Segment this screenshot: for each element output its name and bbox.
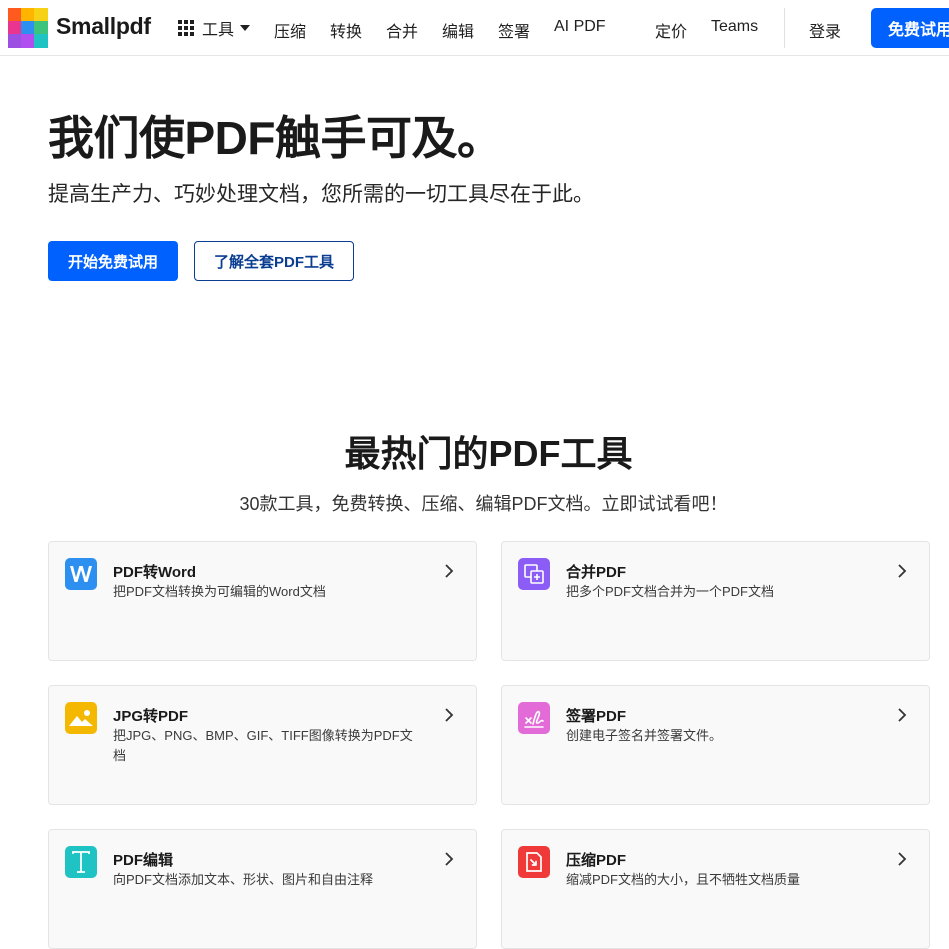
caret-down-icon (240, 25, 251, 31)
tool-card-description: 缩减PDF文档的大小，且不牺牲文档质量 (566, 872, 801, 887)
image-icon (65, 702, 97, 734)
login-link[interactable]: 登录 (809, 18, 841, 42)
tool-card-description: 把JPG、PNG、BMP、GIF、TIFF图像转换为PDF文档 (113, 728, 413, 763)
tool-card-description: 创建电子签名并签署文件。 (566, 728, 723, 743)
tool-card-description: 把多个PDF文档合并为一个PDF文档 (566, 584, 775, 599)
compress-icon (518, 846, 550, 878)
chevron-right-icon (445, 564, 454, 578)
tool-card-description: 把PDF文档转换为可编辑的Word文档 (113, 584, 326, 599)
tool-card-title: PDF编辑 (113, 852, 174, 869)
tool-card-title: 签署PDF (566, 708, 627, 725)
chevron-right-icon (445, 708, 454, 722)
start-free-trial-label: 开始免费试用 (67, 253, 158, 271)
free-trial-label: 免费试用 (888, 22, 949, 39)
top-navigation-bar: Smallpdf 工具 压缩 转换 合并 编辑 签署 AI PDF 定价 Tea… (0, 0, 949, 56)
nav-ai-pdf[interactable]: AI PDF (554, 18, 606, 36)
chevron-right-icon (445, 852, 454, 866)
nav-convert[interactable]: 转换 (330, 18, 362, 42)
chevron-right-icon (898, 852, 907, 866)
tool-card-pdf-edit[interactable]: PDF编辑 向PDF文档添加文本、形状、图片和自由注释 (48, 829, 477, 949)
header-divider (784, 8, 785, 48)
nav-sign[interactable]: 签署 (498, 18, 530, 42)
explore-all-tools-label: 了解全套PDF工具 (213, 253, 334, 271)
chevron-right-icon (898, 708, 907, 722)
tools-menu-label: 工具 (202, 22, 235, 39)
brand-name[interactable]: Smallpdf (56, 13, 151, 40)
hero-title: 我们使PDF触手可及。 (48, 112, 503, 164)
nav-merge[interactable]: 合并 (386, 18, 418, 42)
chevron-right-icon (898, 564, 907, 578)
start-free-trial-button[interactable]: 开始免费试用 (48, 241, 178, 281)
popular-tools-title: 最热门的PDF工具 (344, 433, 633, 474)
tool-card-merge-pdf[interactable]: 合并PDF 把多个PDF文档合并为一个PDF文档 (501, 541, 930, 661)
tool-card-title: JPG转PDF (113, 708, 189, 725)
explore-all-tools-button[interactable]: 了解全套PDF工具 (194, 241, 354, 281)
merge-icon (518, 558, 550, 590)
smallpdf-logo-icon[interactable] (8, 8, 48, 48)
word-icon (65, 558, 97, 590)
hero-subtitle: 提高生产力、巧妙处理文档，您所需的一切工具尽在于此。 (48, 183, 594, 206)
text-edit-icon (65, 846, 97, 878)
popular-tools-subtitle: 30款工具，免费转换、压缩、编辑PDF文档。立即试试看吧！ (239, 494, 728, 514)
tool-card-sign-pdf[interactable]: 签署PDF 创建电子签名并签署文件。 (501, 685, 930, 805)
tool-card-title: PDF转Word (113, 564, 197, 581)
tool-card-pdf-to-word[interactable]: PDF转Word 把PDF文档转换为可编辑的Word文档 (48, 541, 477, 661)
nav-teams[interactable]: Teams (711, 18, 758, 36)
nav-pricing[interactable]: 定价 (655, 18, 687, 42)
tools-menu-button[interactable]: 工具 (178, 17, 251, 39)
tool-card-title: 合并PDF (566, 564, 627, 581)
tool-card-description: 向PDF文档添加文本、形状、图片和自由注释 (113, 872, 374, 887)
nav-edit[interactable]: 编辑 (442, 18, 474, 42)
tool-card-title: 压缩PDF (566, 852, 627, 869)
free-trial-button[interactable]: 免费试用 (871, 8, 949, 48)
nav-compress[interactable]: 压缩 (274, 18, 306, 42)
tool-card-jpg-to-pdf[interactable]: JPG转PDF 把JPG、PNG、BMP、GIF、TIFF图像转换为PDF文档 (48, 685, 477, 805)
apps-grid-icon (178, 20, 194, 36)
signature-icon (518, 702, 550, 734)
tool-card-compress-pdf[interactable]: 压缩PDF 缩减PDF文档的大小，且不牺牲文档质量 (501, 829, 930, 949)
